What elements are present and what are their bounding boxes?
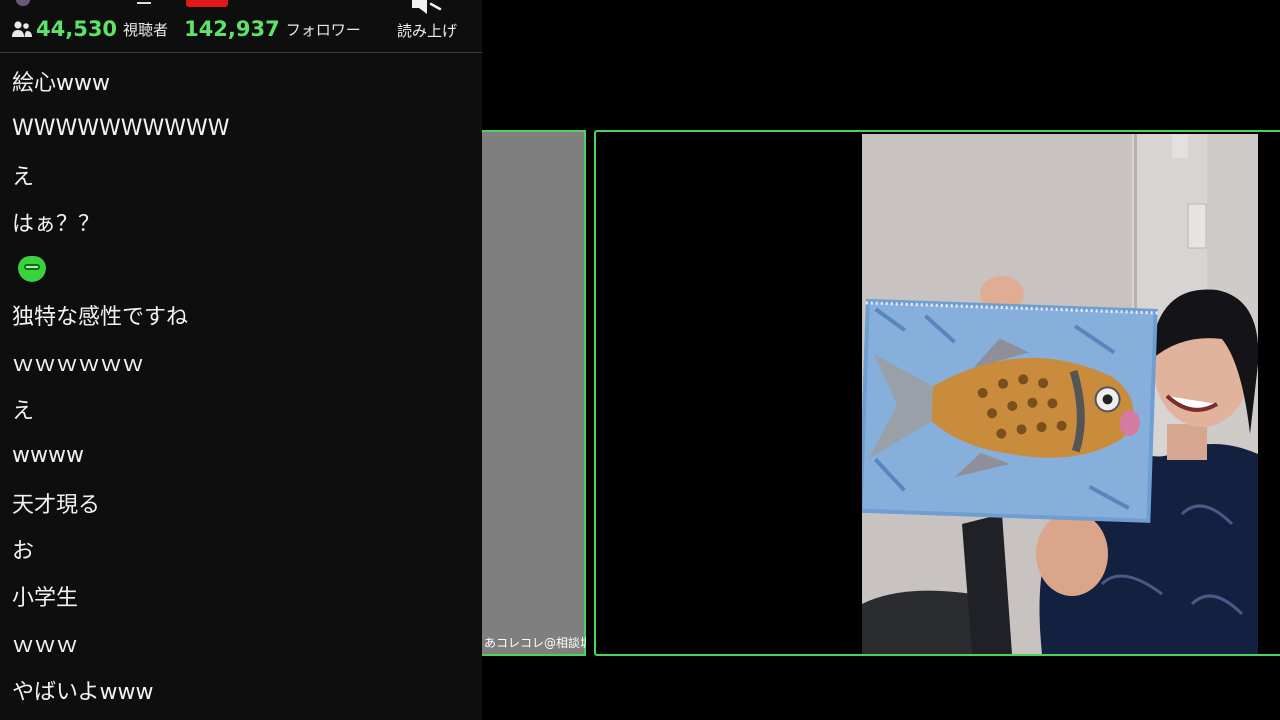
viewers-icon: [12, 21, 32, 37]
read-aloud-button[interactable]: 読み上げ: [386, 0, 468, 50]
chat-message: 独特な感性ですね: [12, 305, 189, 331]
viewer-label: 視聴者: [123, 20, 169, 39]
participant-name: あコレコレ@相談垢: [484, 636, 586, 650]
chat-message: やばいよwww: [12, 679, 154, 705]
chat-message: 天才現る: [12, 492, 101, 518]
title-dash: [137, 2, 151, 4]
chat-message: え: [12, 164, 35, 190]
chat-message: wwww: [12, 443, 84, 469]
camera-feed-image: [862, 134, 1258, 654]
read-aloud-label: 読み上げ: [396, 22, 457, 40]
chat-message: ｗｗｗｗｗｗ: [12, 352, 145, 378]
chat-message: 絵心www: [12, 71, 110, 97]
participant-tile-left[interactable]: あコレコレ@相談垢: [482, 130, 586, 656]
chat-message: はぁ？？: [12, 211, 101, 237]
chat-message: ｗｗｗ: [12, 632, 79, 658]
camera-feed: [862, 134, 1258, 654]
video-area: あコレコレ@相談垢: [482, 0, 1280, 720]
chat-message-stamp: [12, 245, 472, 292]
chat-message: え: [12, 398, 35, 424]
stream-stats: 44,530 視聴者 142,937 フォロワー: [12, 16, 361, 42]
chat-panel: 44,530 視聴者 142,937 フォロワー 読み上げ 絵心www WWWW…: [0, 0, 482, 720]
speaker-icon: [412, 0, 442, 14]
chat-header: 44,530 視聴者 142,937 フォロワー 読み上げ: [0, 0, 482, 53]
chat-message: お: [12, 539, 35, 565]
streamer-avatar[interactable]: [16, 0, 30, 6]
follower-count: 142,937: [184, 17, 280, 41]
chat-message: 小学生: [12, 586, 79, 612]
chat-message: WWWWWWWWWW: [12, 115, 230, 141]
follower-label: フォロワー: [285, 20, 361, 39]
live-badge: [186, 0, 228, 7]
viewer-count: 44,530: [36, 17, 118, 41]
green-smile-stamp-icon: [18, 255, 46, 282]
participant-tile-main[interactable]: [594, 130, 1280, 656]
chat-message-list: 絵心www WWWWWWWWWW え はぁ？？ 独特な感性ですね ｗｗｗｗｗｗ …: [12, 58, 472, 713]
